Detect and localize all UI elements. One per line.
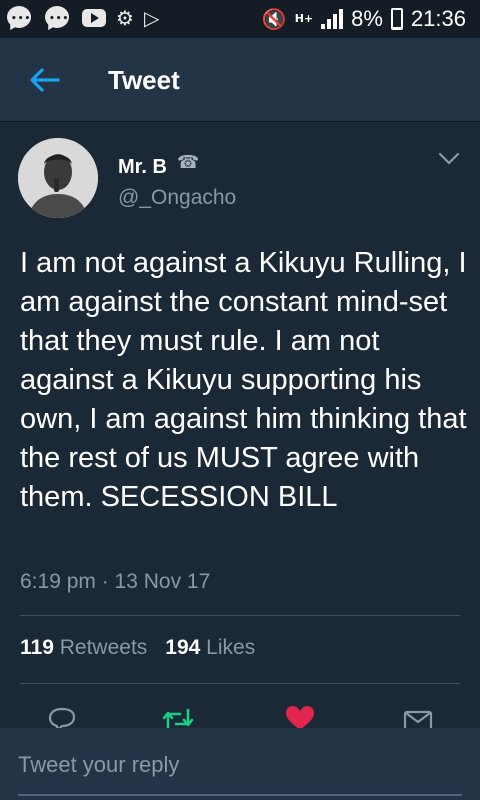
arrow-left-icon[interactable] xyxy=(26,60,66,100)
retweet-icon xyxy=(162,708,194,730)
retweet-button[interactable] xyxy=(162,704,194,730)
divider xyxy=(20,683,460,684)
avatar[interactable] xyxy=(18,138,98,218)
tweet-author: Mr. B ☎ @_Ongacho xyxy=(0,122,480,222)
tweet-text: I am not against a Kikuyu Rulling, I am … xyxy=(20,247,467,513)
like-count: 194 xyxy=(165,636,201,659)
chat-icon: ••• xyxy=(44,5,72,33)
message-button[interactable] xyxy=(402,704,434,732)
user-handle[interactable]: @_Ongacho xyxy=(118,186,236,210)
likes-stat[interactable]: 194 Likes xyxy=(165,636,255,659)
reply-button[interactable] xyxy=(46,704,78,732)
chevron-down-icon xyxy=(438,152,460,165)
reply-bar: Tweet your reply xyxy=(0,728,480,800)
mute-icon: 🔇 xyxy=(261,7,287,31)
system-icons: 🔇 H+ 8% 21:36 xyxy=(262,6,466,32)
arrow-left-icon xyxy=(30,68,60,92)
tweet-timestamp: 6:19 pm · 13 Nov 17 xyxy=(20,570,211,593)
network-type: H+ xyxy=(294,12,314,25)
reply-input[interactable]: Tweet your reply xyxy=(18,728,462,796)
message-icon xyxy=(403,710,433,732)
heart-icon xyxy=(286,706,314,730)
like-label: Likes xyxy=(206,636,256,659)
tweet-actions xyxy=(0,700,480,732)
reply-icon xyxy=(48,707,76,732)
tweet-stats: 119 Retweets 194 Likes xyxy=(20,636,255,660)
settings-icon: ⚙ xyxy=(116,6,134,30)
retweet-label: Retweets xyxy=(59,636,148,659)
app-bar: Tweet xyxy=(0,38,480,122)
like-button[interactable] xyxy=(284,704,316,730)
notification-icons: ••• ••• ⚙ ▷ xyxy=(6,5,160,33)
display-name[interactable]: Mr. B xyxy=(118,156,167,179)
clock: 21:36 xyxy=(410,6,466,31)
reply-placeholder: Tweet your reply xyxy=(18,752,180,777)
avatar-image xyxy=(18,138,98,218)
phone-icon: ☎ xyxy=(177,152,200,173)
status-bar: ••• ••• ⚙ ▷ 🔇 H+ 8% 21:36 xyxy=(0,0,480,38)
page-title: Tweet xyxy=(108,65,180,95)
chat-icon: ••• xyxy=(6,5,34,33)
youtube-icon xyxy=(82,9,106,27)
battery-percent: 8% xyxy=(351,6,383,31)
chevron-down-icon[interactable] xyxy=(438,152,460,166)
play-store-icon: ▷ xyxy=(143,6,160,30)
signal-icon xyxy=(321,9,344,29)
retweets-stat[interactable]: 119 Retweets xyxy=(20,636,147,659)
battery-icon xyxy=(390,8,403,30)
retweet-count: 119 xyxy=(20,636,54,659)
divider xyxy=(20,615,460,616)
